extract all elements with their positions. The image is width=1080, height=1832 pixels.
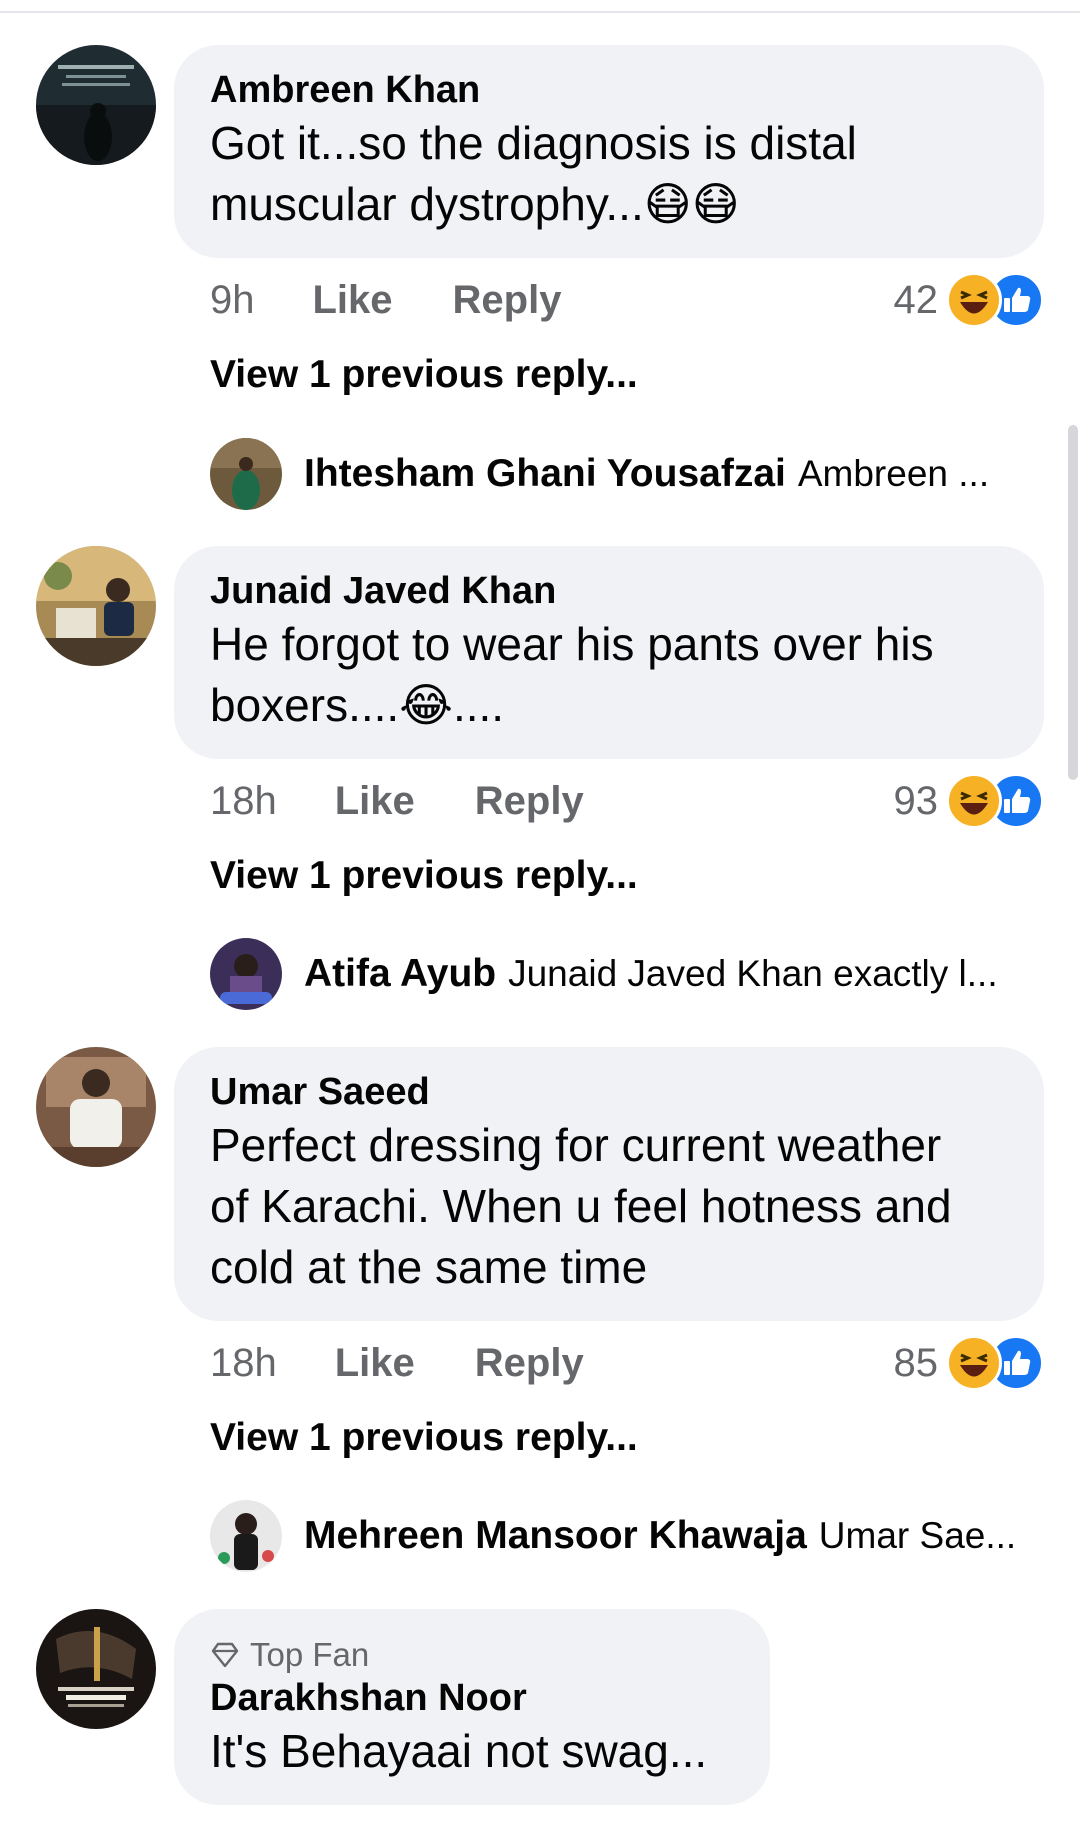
top-divider [0,11,1080,13]
scrollbar[interactable] [1068,425,1078,780]
comment-author[interactable]: Umar Saeed [210,1069,1008,1115]
avatar[interactable] [36,45,156,165]
comment-bubble: Umar Saeed Perfect dressing for current … [174,1047,1044,1321]
comment-text-line: He forgot to wear his pants over his [210,618,934,670]
comment-time[interactable]: 18h [210,1341,277,1386]
comment-actions: 18h Like Reply [210,776,644,826]
comment-text-line: Perfect dressing for current weather [210,1119,942,1171]
haha-icon [946,272,1002,328]
comment-time[interactable]: 9h [210,278,255,323]
reply-button[interactable]: Reply [453,278,562,323]
reactions-summary[interactable]: 42 [893,270,1044,330]
avatar[interactable] [36,1609,156,1729]
view-previous-replies[interactable]: View 1 previous reply... [210,353,638,397]
reply-text: Junaid Javed Khan exactly l... [508,953,998,994]
reply-button[interactable]: Reply [475,779,584,824]
haha-icon [946,1335,1002,1391]
comment-author[interactable]: Ambreen Khan [210,67,1008,113]
reply-preview[interactable]: Atifa Ayub Junaid Javed Khan exactly l..… [210,938,998,1010]
top-fan-label: Top Fan [250,1636,370,1673]
comment-text-line: It's Behayaai not swag... [210,1725,708,1777]
reaction-count: 85 [893,1340,939,1385]
reply-author[interactable]: Ihtesham Ghani Yousafzai [304,452,786,496]
avatar[interactable] [210,938,282,1010]
comment-text-line: boxers....😂.... [210,679,505,731]
avatar[interactable] [36,546,156,666]
like-button[interactable]: Like [313,278,393,323]
comment-author[interactable]: Darakhshan Noor [210,1675,734,1721]
comment-text-line: Got it...so the diagnosis is distal [210,117,857,169]
reply-author[interactable]: Mehreen Mansoor Khawaja [304,1514,807,1558]
reaction-count: 42 [893,277,939,322]
avatar[interactable] [210,1500,282,1572]
reaction-count: 93 [893,778,939,823]
comment-actions: 9h Like Reply [210,275,621,325]
like-button[interactable]: Like [335,779,415,824]
reactions-summary[interactable]: 93 [893,771,1044,831]
top-fan-badge: Top Fan [210,1635,734,1675]
view-previous-replies[interactable]: View 1 previous reply... [210,854,638,898]
view-previous-replies[interactable]: View 1 previous reply... [210,1416,638,1460]
reply-text: Ambreen ... [797,453,990,494]
reply-preview[interactable]: Mehreen Mansoor Khawaja Umar Sae... [210,1500,1016,1572]
comment-bubble: Top Fan Darakhshan Noor It's Behayaai no… [174,1609,770,1805]
comment-text-line: of Karachi. When u feel hotness and [210,1180,952,1232]
comment-time[interactable]: 18h [210,779,277,824]
comment-author[interactable]: Junaid Javed Khan [210,568,1008,614]
reply-author[interactable]: Atifa Ayub [304,952,496,996]
avatar[interactable] [210,438,282,510]
comment-actions: 18h Like Reply [210,1338,644,1388]
like-button[interactable]: Like [335,1341,415,1386]
reply-button[interactable]: Reply [475,1341,584,1386]
reply-text: Umar Sae... [818,1515,1017,1556]
reactions-summary[interactable]: 85 [893,1333,1044,1393]
reply-preview[interactable]: Ihtesham Ghani Yousafzai Ambreen ... [210,438,989,510]
diamond-icon [211,1642,239,1668]
comment-bubble: Junaid Javed Khan He forgot to wear his … [174,546,1044,759]
comment-text-line: muscular dystrophy...😷😷 [210,178,740,230]
comment-text-line: cold at the same time [210,1241,648,1293]
haha-icon [946,773,1002,829]
comment-bubble: Ambreen Khan Got it...so the diagnosis i… [174,45,1044,258]
avatar[interactable] [36,1047,156,1167]
